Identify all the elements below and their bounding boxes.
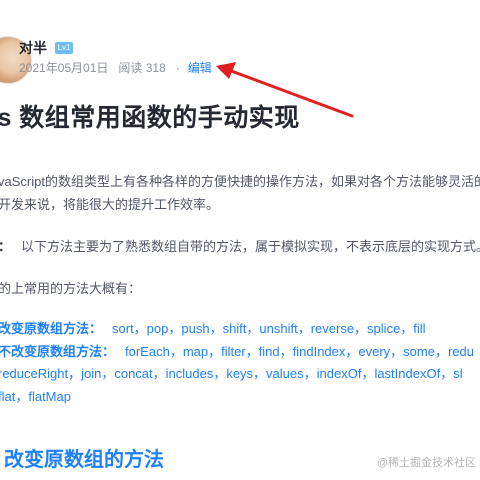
- article-title: js 数组常用函数的手动实现: [0, 104, 300, 132]
- intro-line-1: vaScript的数组类型上有各种各样的方便快捷的操作方法，如果对各个方法能够灵…: [0, 174, 480, 189]
- author-name[interactable]: 对半: [19, 38, 47, 58]
- note-paragraph: ： 以下方法主要为了熟悉数组自带的方法，属于模拟实现，不表示底层的实现方式。: [0, 236, 480, 255]
- publish-date: 2021年05月01日: [19, 61, 109, 75]
- article-page: 对半 Lv1 2021年05月01日 阅读 318 · 编辑 js 数组常用函数…: [0, 0, 480, 480]
- mutating-label: 改变原数组方法：: [0, 321, 103, 336]
- edit-link[interactable]: 编辑: [188, 59, 212, 76]
- watermark: @稀土掘金技术社区: [376, 457, 476, 469]
- list-item: 改变原数组方法： sort，pop，push，shift，unshift，reve…: [0, 318, 426, 337]
- methods-intro: 的上常用的方法大概有：: [0, 281, 142, 296]
- list-item: 不改变原数组方法： forEach，map，filter，find，findInd…: [0, 341, 474, 360]
- non-mutating-label: 不改变原数组方法：: [0, 344, 116, 359]
- list-item-continuation: flat，flatMap: [0, 389, 71, 404]
- level-badge: Lv1: [55, 42, 73, 54]
- list-item-continuation: reduceRight，join，concat，includes，keys，va…: [0, 366, 463, 381]
- author-row: 对半 Lv1: [19, 38, 73, 58]
- article-meta: 2021年05月01日 阅读 318 · 编辑: [19, 59, 212, 76]
- note-text: 以下方法主要为了熟悉数组自带的方法，属于模拟实现，不表示底层的实现方式。: [21, 239, 480, 254]
- section-heading: 改变原数组的方法: [4, 449, 164, 471]
- note-label: ：: [0, 239, 11, 254]
- intro-line-2: 开发来说，将能很大的提升工作效率。: [0, 197, 220, 212]
- non-mutating-methods: forEach，map，filter，find，findIndex，every，…: [125, 344, 474, 359]
- meta-separator: ·: [175, 60, 180, 75]
- view-count: 阅读 318: [118, 61, 166, 75]
- mutating-methods: sort，pop，push，shift，unshift，reverse，spli…: [112, 321, 426, 336]
